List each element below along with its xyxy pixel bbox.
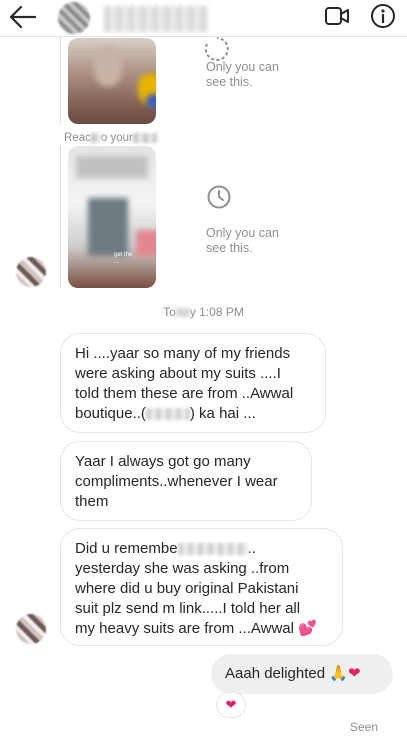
message-line: yesterday she was asking ..from [75,560,290,577]
red-heart-emoji: ❤ [347,665,361,682]
seen-status: Seen [349,720,378,734]
message-line: Yaar I always got go many [75,453,251,470]
story-thumbnail[interactable] [68,38,156,124]
contact-name-redacted[interactable] [104,6,208,32]
message-line: boutique..() ka hai ... [75,405,256,422]
video-camera-icon[interactable] [324,5,350,27]
message-line: were asking about my suits ....I [75,365,281,382]
message-line: told them these are from ..Awwal [75,385,294,402]
story-reply-line [60,146,61,288]
clock-icon [204,37,229,61]
sender-avatar[interactable] [16,257,46,287]
heart-reaction[interactable]: ❤ [216,692,246,718]
received-message[interactable]: Did u remembe.. yesterday she was asking… [60,528,343,646]
reacted-to-story-label: Reac o your [64,132,157,144]
story-caption: get the... [114,252,133,265]
two-hearts-emoji: 💕 [298,620,317,637]
sender-avatar[interactable] [16,614,46,644]
info-circle-icon[interactable] [370,3,396,29]
received-message[interactable]: Yaar I always got go many compliments..w… [60,441,312,521]
received-message[interactable]: Hi ....yaar so many of my friends were a… [60,333,326,433]
sent-message[interactable]: Aaah delighted 🙏❤ [211,654,393,694]
message-line: suit plz send m link.....I told her all [75,600,301,617]
folded-hands-emoji: 🙏 [329,665,348,682]
contact-avatar[interactable] [58,2,90,34]
message-line: Did u remembe.. [75,540,256,557]
sent-message-text: Aaah delighted [225,665,326,682]
only-you-note: Only you can see this. [206,60,279,89]
message-line: compliments..whenever I wear [75,473,278,490]
message-line: my heavy suits are from ...Awwal 💕 [75,620,317,637]
story-reply-line [60,36,61,124]
arrow-left-icon[interactable] [8,4,38,30]
timestamp: To y 1:08 PM [163,305,244,319]
message-line: them [75,493,109,510]
message-line: where did u buy original Pakistani [75,580,299,597]
story-thumbnail[interactable]: get the... [68,146,156,288]
clock-icon [207,185,231,209]
only-you-note: Only you can see this. [206,226,279,255]
message-line: Hi ....yaar so many of my friends [75,345,291,362]
